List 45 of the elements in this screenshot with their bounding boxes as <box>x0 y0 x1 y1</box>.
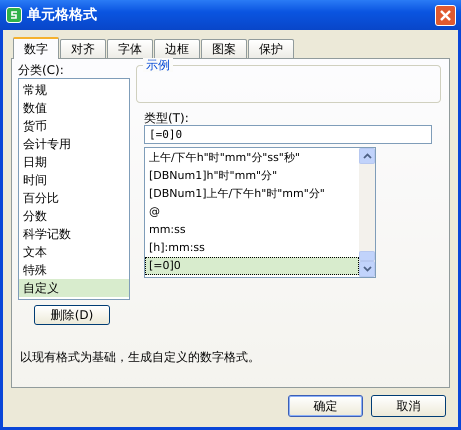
tab[interactable]: 边框 <box>154 39 200 58</box>
scrollbar[interactable] <box>359 148 375 277</box>
category-label: 分类(C): <box>18 63 65 77</box>
scroll-up-button[interactable] <box>359 148 375 164</box>
format-item[interactable]: [=0]0 <box>145 257 359 275</box>
category-item[interactable]: 特殊 <box>19 261 129 279</box>
app-icon <box>6 7 22 23</box>
tab[interactable]: 保护 <box>248 39 294 58</box>
ok-button[interactable]: 确定 <box>288 395 363 417</box>
sample-legend: 示例 <box>143 58 173 72</box>
tab[interactable]: 数字 <box>13 37 59 59</box>
format-item[interactable]: @ <box>145 203 359 221</box>
format-item[interactable]: [DBNum1]h"时"mm"分" <box>145 167 359 185</box>
tab[interactable]: 对齐 <box>60 39 106 58</box>
format-item[interactable]: [DBNum1]上午/下午h"时"mm"分" <box>145 185 359 203</box>
category-item[interactable]: 日期 <box>19 153 129 171</box>
cancel-button[interactable]: 取消 <box>371 395 446 417</box>
category-item[interactable]: 常规 <box>19 81 129 99</box>
category-item[interactable]: 会计专用 <box>19 135 129 153</box>
close-icon <box>439 8 452 22</box>
category-item[interactable]: 自定义 <box>19 279 129 297</box>
scroll-thumb[interactable] <box>359 251 375 261</box>
description-text: 以现有格式为基础，生成自定义的数字格式。 <box>20 349 261 366</box>
caret-down-icon <box>362 266 372 272</box>
window-title: 单元格格式 <box>27 6 98 24</box>
category-item[interactable]: 科学记数 <box>19 225 129 243</box>
caret-up-icon <box>362 153 372 159</box>
scroll-down-button[interactable] <box>359 261 375 277</box>
category-item[interactable]: 百分比 <box>19 189 129 207</box>
type-label: 类型(T): <box>144 111 190 125</box>
format-item[interactable]: [h]:mm:ss <box>145 239 359 257</box>
category-item[interactable]: 文本 <box>19 243 129 261</box>
format-list[interactable]: 上午/下午h"时"mm"分"ss"秒" [DBNum1]h"时"mm"分" [DBNum1]上午/下午h"时"mm"分" @ mm:ss [h]:mm:ss [=0]0 <box>144 147 376 278</box>
type-field[interactable]: [=0]0 <box>144 125 432 144</box>
category-item[interactable]: 货币 <box>19 117 129 135</box>
category-item[interactable]: 数值 <box>19 99 129 117</box>
category-list[interactable]: 常规 数值 货币 会计专用 日期 时间 百分比 分数 科学记数 文本 特殊 自定义 <box>18 78 130 300</box>
delete-button[interactable]: 删除(D) <box>34 305 110 325</box>
format-item[interactable]: mm:ss <box>145 221 359 239</box>
category-item[interactable]: 时间 <box>19 171 129 189</box>
category-item[interactable]: 分数 <box>19 207 129 225</box>
close-button[interactable] <box>435 4 456 26</box>
tab[interactable]: 图案 <box>201 39 247 58</box>
format-item[interactable]: 上午/下午h"时"mm"分"ss"秒" <box>145 149 359 167</box>
tab[interactable]: 字体 <box>107 39 153 58</box>
